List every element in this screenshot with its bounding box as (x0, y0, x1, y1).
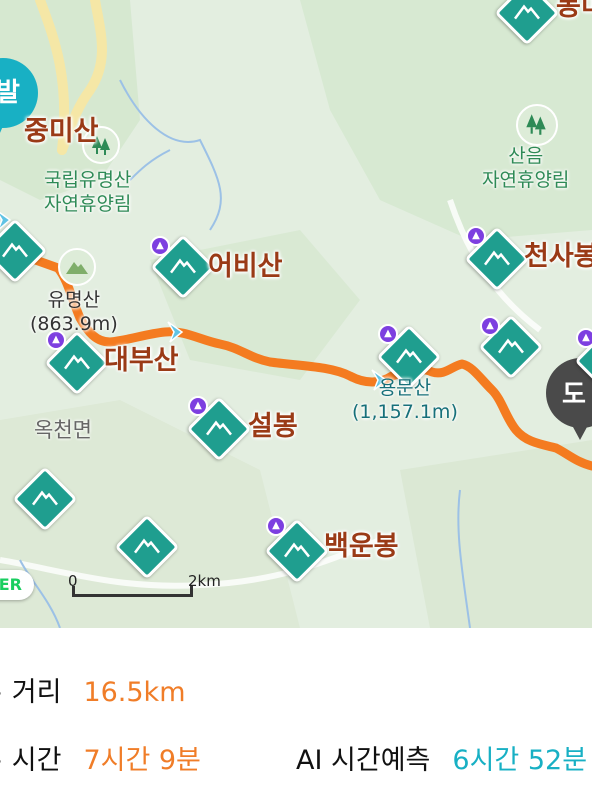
summit-label-yumyeongsan[interactable]: 유명산 (863.9m) (30, 288, 118, 336)
area-label-okcheon: 옥천면 (34, 418, 92, 442)
peak-label-baegunbong[interactable]: 백운봉 (324, 532, 399, 562)
summit-name: 용문산 (378, 377, 432, 399)
distance-label: 거리 (11, 677, 62, 708)
forest-label-line2: 자연휴양림 (482, 169, 570, 191)
summit-name: 유명산 (47, 289, 101, 311)
badge-icon: ▲ (466, 226, 486, 246)
scale-tick (72, 586, 75, 597)
badge-icon: ▲ (480, 316, 500, 336)
scale-tick (190, 586, 193, 597)
peak-label-eobisan[interactable]: 어비산 (208, 252, 283, 282)
badge-icon: ▲ (266, 516, 286, 536)
badge-icon: ▲ (150, 236, 170, 256)
forest-label-yumyeongsan[interactable]: 국립유명산 자연휴양림 (44, 168, 131, 216)
badge-icon: ▲ (378, 324, 398, 344)
peak-label-jungmisan[interactable]: 중미산 (24, 117, 99, 147)
forest-label-line2: 자연휴양림 (44, 193, 132, 215)
route-info-panel: -거리16.5km -시간7시간 9분 AI 시간예측6시간 52분 (0, 628, 592, 790)
time-row: -시간 7시간 9분 (0, 738, 201, 777)
summit-label-yongmunsan[interactable]: 용문산 (1,157.1m) (352, 376, 458, 424)
scale-bar: 0 2km (68, 572, 221, 598)
peak-label-seolbong[interactable]: 설봉 (248, 412, 298, 442)
tree-icon[interactable] (516, 104, 558, 146)
distance-value: 16.5km (83, 677, 186, 708)
badge-icon: ▲ (188, 396, 208, 416)
peak-summit-icon[interactable] (58, 248, 96, 286)
summit-elevation: (1,157.1m) (352, 401, 458, 423)
peak-label-cheonsabong[interactable]: 천사봉 (524, 242, 592, 272)
map-view[interactable]: 발 도 ▲ ▲ ▲ ▲ ▲ ▲ ▲ ▲ 중미산 어비산 대부산 설봉 백운봉 천… (0, 0, 592, 628)
scale-line (72, 594, 192, 597)
peak-label-bongmi[interactable]: 봉미 (556, 0, 592, 22)
time-label: 시간 (11, 745, 62, 776)
naver-logo[interactable]: ER (0, 570, 34, 600)
ai-time-label: AI 시간예측 (296, 745, 431, 776)
ai-time-row: AI 시간예측 6시간 52분 (296, 738, 587, 777)
summit-elevation: (863.9m) (30, 313, 118, 335)
bullet: - (0, 677, 2, 708)
forest-label-saneum[interactable]: 산음 자연휴양림 (482, 144, 569, 192)
time-value: 7시간 9분 (83, 745, 201, 776)
bullet: - (0, 745, 2, 776)
badge-icon: ▲ (576, 328, 592, 348)
ai-time-value: 6시간 52분 (452, 745, 588, 776)
forest-label-line1: 국립유명산 (44, 169, 132, 191)
peak-label-daebusan[interactable]: 대부산 (104, 346, 179, 376)
distance-row: -거리 16.5km (0, 670, 186, 709)
forest-label-line1: 산음 (508, 145, 544, 167)
